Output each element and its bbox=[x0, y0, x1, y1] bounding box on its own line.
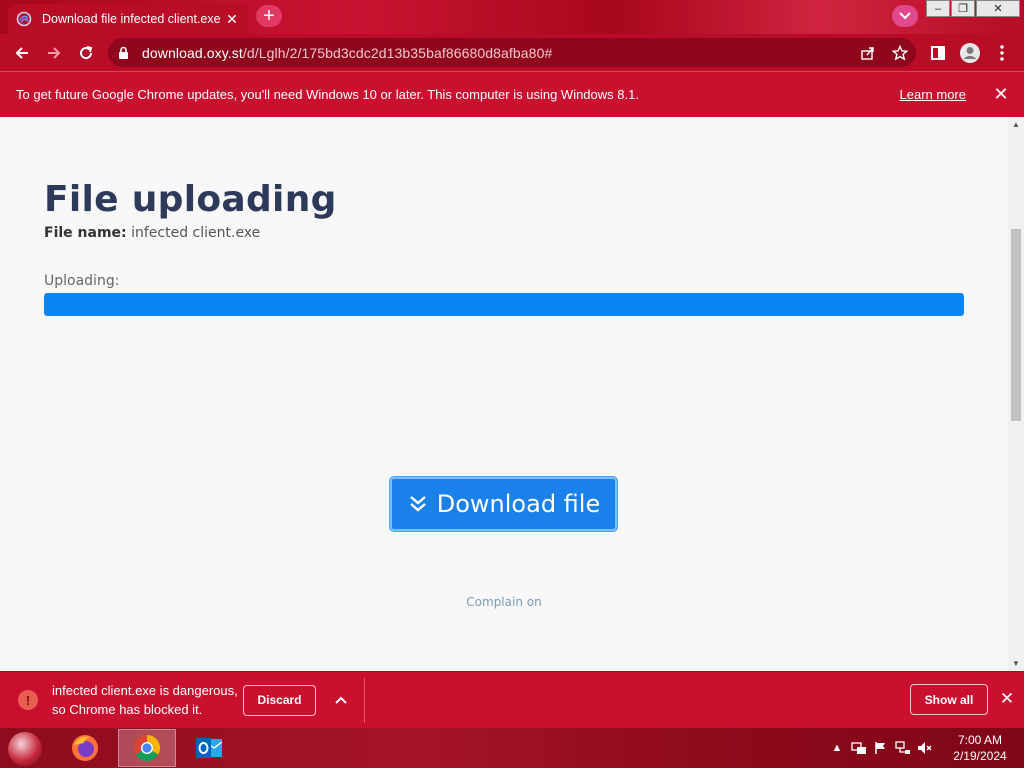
infobar-message: To get future Google Chrome updates, you… bbox=[16, 87, 639, 102]
firefox-icon bbox=[72, 735, 98, 761]
shelf-divider bbox=[364, 677, 365, 723]
side-panel-icon bbox=[931, 45, 945, 60]
page-viewport: File uploading File name: infected clien… bbox=[0, 117, 1024, 671]
site-favicon-icon bbox=[16, 11, 32, 27]
minimize-button[interactable]: – bbox=[926, 0, 950, 17]
url-path: /d/Lglh/2/175bd3cdc2d13b35baf86680d8afba… bbox=[242, 44, 553, 61]
download-file-button[interactable]: Download file bbox=[390, 477, 617, 531]
taskbar-firefox[interactable] bbox=[56, 729, 114, 767]
file-name-line: File name: infected client.exe bbox=[44, 225, 260, 241]
danger-warning-icon: ! bbox=[18, 690, 38, 710]
system-tray: ▲ bbox=[826, 738, 936, 758]
reload-button[interactable] bbox=[70, 37, 102, 69]
update-infobar: To get future Google Chrome updates, you… bbox=[0, 71, 1024, 117]
window-close-button[interactable]: ✕ bbox=[976, 0, 1020, 17]
scroll-up-arrow-icon[interactable]: ▲ bbox=[1012, 120, 1020, 129]
discard-button[interactable]: Discard bbox=[243, 684, 316, 716]
side-panel-button[interactable] bbox=[922, 37, 954, 69]
profile-button[interactable] bbox=[954, 37, 986, 69]
restore-button[interactable]: ❐ bbox=[951, 0, 975, 17]
flag-icon[interactable] bbox=[870, 738, 892, 758]
taskbar-outlook[interactable] bbox=[180, 729, 238, 767]
taskbar-chrome[interactable] bbox=[118, 729, 176, 767]
kebab-menu-icon bbox=[1000, 44, 1004, 61]
download-warning-message: infected client.exe is dangerous, so Chr… bbox=[52, 681, 238, 719]
shelf-close-icon[interactable]: ✕ bbox=[996, 688, 1018, 710]
upload-progress-bar bbox=[44, 293, 964, 316]
new-tab-button[interactable]: + bbox=[256, 5, 282, 27]
download-file-label: Download file bbox=[436, 490, 601, 518]
show-hidden-icons-icon[interactable]: ▲ bbox=[826, 738, 848, 758]
tab-search-button[interactable] bbox=[892, 5, 918, 27]
download-warning-line2: so Chrome has blocked it. bbox=[52, 702, 203, 717]
chrome-icon bbox=[133, 734, 161, 762]
show-all-button[interactable]: Show all bbox=[910, 684, 988, 715]
chevron-down-icon bbox=[899, 12, 911, 20]
reload-icon bbox=[80, 45, 93, 59]
page-scrollbar[interactable]: ▲ ▼ bbox=[1008, 117, 1024, 671]
scrollbar-thumb[interactable] bbox=[1011, 229, 1021, 421]
lock-icon[interactable] bbox=[118, 46, 134, 60]
download-options-button[interactable] bbox=[326, 685, 356, 715]
share-icon[interactable] bbox=[852, 38, 884, 67]
window-controls: – ❐ ✕ bbox=[925, 0, 1020, 18]
tab-close-icon[interactable]: ✕ bbox=[224, 11, 240, 27]
browser-toolbar: download.oxy.st/d/Lglh/2/175bd3cdc2d13b3… bbox=[0, 34, 1024, 71]
download-shelf: ! infected client.exe is dangerous, so C… bbox=[0, 671, 1024, 728]
url-host: download.oxy.st bbox=[142, 44, 243, 61]
tab-strip: Download file infected client.exe ✕ + – … bbox=[0, 0, 1024, 34]
windows-taskbar: ▲ 7:00 AM 2/19/2024 bbox=[0, 728, 1024, 768]
double-chevron-down-icon bbox=[407, 493, 429, 515]
file-name-label: File name: bbox=[44, 225, 127, 241]
outlook-icon bbox=[196, 738, 223, 758]
complain-link[interactable]: Complain on bbox=[0, 595, 1008, 609]
avatar-icon bbox=[960, 42, 980, 63]
start-button[interactable] bbox=[8, 732, 42, 766]
infobar-close-icon[interactable]: ✕ bbox=[988, 82, 1014, 108]
taskbar-clock[interactable]: 7:00 AM 2/19/2024 bbox=[944, 732, 1016, 764]
page-title: File uploading bbox=[44, 179, 337, 220]
uploading-label: Uploading: bbox=[44, 273, 120, 289]
scroll-down-arrow-icon[interactable]: ▼ bbox=[1012, 659, 1020, 668]
url-text[interactable]: download.oxy.st/d/Lglh/2/175bd3cdc2d13b3… bbox=[142, 45, 852, 61]
volume-muted-icon[interactable] bbox=[914, 738, 936, 758]
file-name-value: infected client.exe bbox=[131, 225, 261, 241]
tab-title: Download file infected client.exe bbox=[42, 12, 221, 26]
back-arrow-icon bbox=[15, 46, 28, 59]
learn-more-link[interactable]: Learn more bbox=[900, 87, 966, 102]
action-center-icon[interactable] bbox=[848, 738, 870, 758]
browser-tab[interactable]: Download file infected client.exe ✕ bbox=[8, 4, 248, 34]
network-icon[interactable] bbox=[892, 738, 914, 758]
back-button[interactable] bbox=[6, 37, 38, 69]
download-warning-line1: infected client.exe is dangerous, bbox=[52, 683, 238, 698]
clock-time: 7:00 AM bbox=[957, 733, 1003, 747]
clock-date: 2/19/2024 bbox=[953, 749, 1007, 763]
forward-arrow-icon bbox=[48, 46, 61, 59]
progress-fill bbox=[44, 293, 964, 316]
forward-button[interactable] bbox=[38, 37, 70, 69]
chevron-up-icon bbox=[335, 696, 347, 704]
menu-button[interactable] bbox=[986, 37, 1018, 69]
address-bar[interactable]: download.oxy.st/d/Lglh/2/175bd3cdc2d13b3… bbox=[108, 38, 916, 67]
bookmark-star-icon[interactable] bbox=[884, 38, 916, 67]
